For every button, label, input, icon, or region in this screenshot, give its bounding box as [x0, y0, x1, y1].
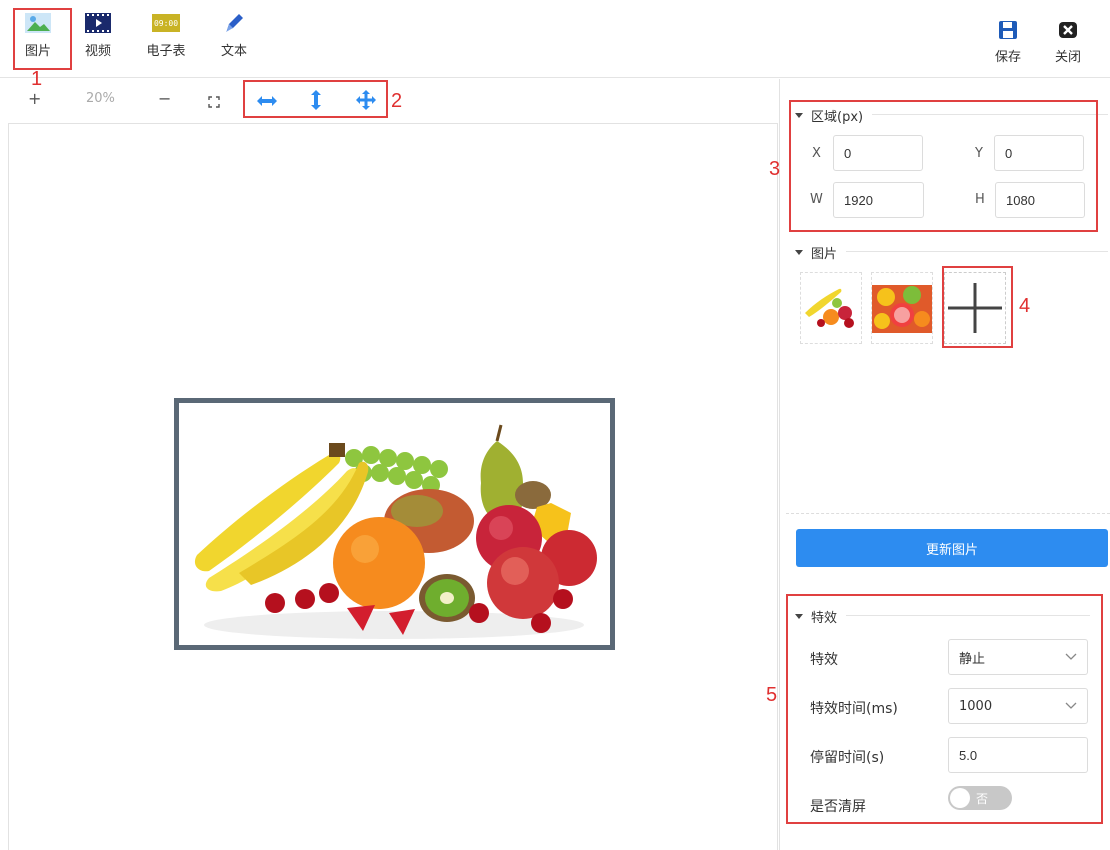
stretch-horizontal-icon[interactable]: [256, 93, 278, 112]
tool-video-label: 视频: [84, 44, 111, 59]
save-label: 保存: [994, 50, 1021, 65]
fruit-pile-thumbnail[interactable]: [800, 272, 862, 344]
close-icon: [1059, 22, 1077, 38]
top-toolbar: 图片 视频 09:00 电子表 文本 保存 关闭: [0, 0, 1110, 78]
tool-text[interactable]: 文本: [209, 10, 259, 59]
fruit-image-frame[interactable]: [174, 398, 615, 650]
zoom-out-button[interactable]: −: [158, 89, 171, 108]
annotation-box-4: [942, 266, 1013, 348]
pencil-icon: [223, 10, 245, 36]
zoom-in-button[interactable]: +: [28, 89, 41, 108]
zoom-level: 20%: [86, 91, 115, 106]
close-button[interactable]: 关闭: [1046, 20, 1090, 65]
save-icon: [999, 21, 1017, 39]
annotation-3: 3: [769, 158, 781, 180]
clock-icon: 09:00: [152, 10, 180, 36]
image-title-text: 图片: [811, 247, 838, 262]
annotation-box-5: [786, 594, 1103, 824]
annotation-box-3: [789, 100, 1098, 232]
zoom-bar: + 20% −: [0, 79, 778, 123]
annotation-box-1: [13, 8, 72, 70]
fruit-image: [194, 424, 597, 639]
tool-video[interactable]: 视频: [73, 10, 123, 59]
fit-screen-icon[interactable]: [208, 93, 220, 112]
collapse-triangle-icon: [795, 250, 803, 255]
tool-text-label: 文本: [220, 44, 247, 59]
video-icon: [85, 10, 111, 36]
annotation-4: 4: [1019, 295, 1031, 317]
stretch-both-icon[interactable]: [355, 89, 377, 115]
save-button[interactable]: 保存: [986, 20, 1030, 65]
stretch-vertical-icon[interactable]: [309, 89, 323, 115]
tool-clock-label: 电子表: [146, 44, 186, 59]
image-divider: [846, 251, 1108, 252]
annotation-5: 5: [766, 684, 778, 706]
image-section-title[interactable]: 图片: [795, 243, 837, 262]
dashed-separator: [786, 513, 1110, 514]
citrus-fruits-thumbnail[interactable]: [871, 272, 933, 344]
clock-icon-text: 09:00: [152, 14, 180, 32]
close-label: 关闭: [1054, 50, 1081, 65]
preview-canvas[interactable]: [8, 123, 778, 850]
annotation-2: 2: [391, 90, 403, 112]
tool-clock[interactable]: 09:00 电子表: [141, 10, 191, 59]
update-image-button[interactable]: 更新图片: [796, 529, 1108, 567]
